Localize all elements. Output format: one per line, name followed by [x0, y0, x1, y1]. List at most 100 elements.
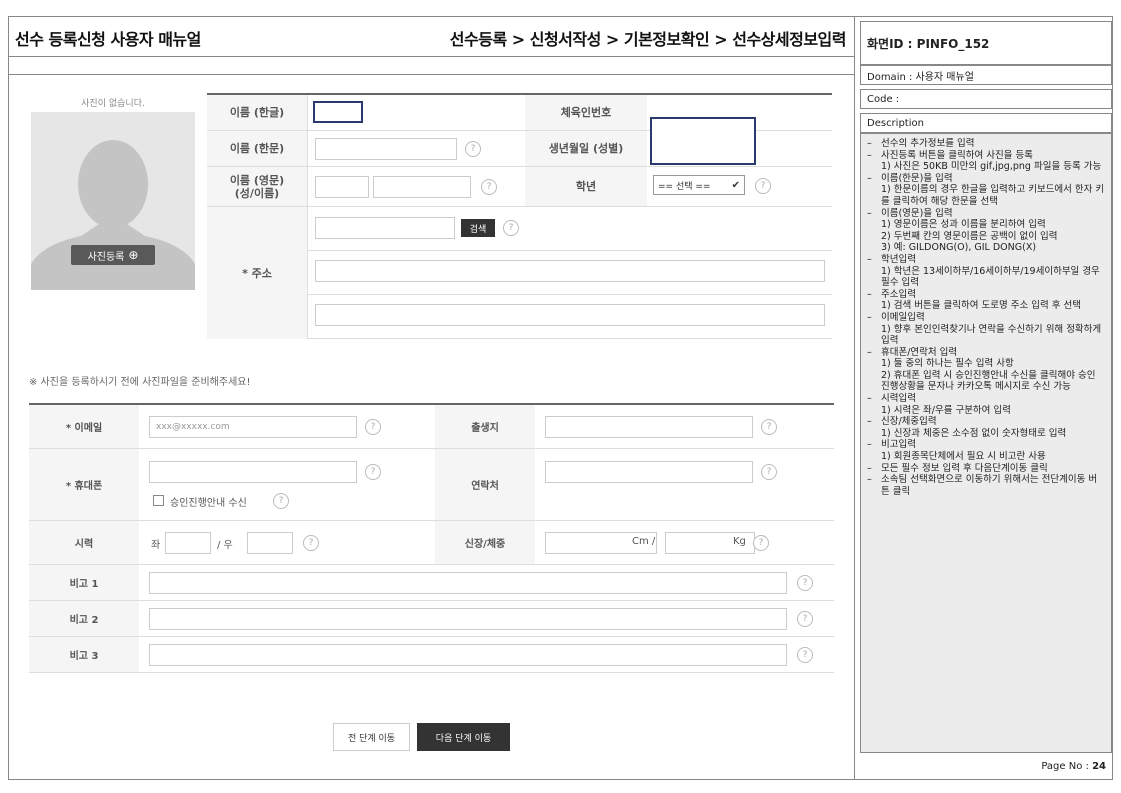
dash-bullet: – [867, 253, 872, 265]
label-phone: 연락처 [435, 449, 535, 520]
plus-circle-icon: ⊕ [128, 248, 139, 262]
help-icon[interactable]: ? [303, 535, 319, 551]
description-subitem: 1) 시력은 좌/우를 구분하여 입력 [881, 404, 1011, 416]
left-eye-input[interactable] [165, 532, 211, 554]
dash-bullet: – [867, 207, 872, 219]
help-icon[interactable]: ? [481, 179, 497, 195]
help-icon[interactable]: ? [797, 575, 813, 591]
dash-bullet: – [867, 474, 872, 486]
help-icon[interactable]: ? [465, 141, 481, 157]
description-label: Description [860, 113, 1112, 133]
memo1-input[interactable] [149, 572, 787, 594]
description-item: – 비고입력 [867, 439, 1105, 451]
photo-register-button[interactable]: 사진등록 ⊕ [71, 245, 155, 265]
description-item-text: 비고입력 [881, 439, 916, 451]
label-name-kr: 이름 (한글) [207, 95, 307, 130]
dash-bullet: – [867, 172, 872, 184]
row-email: * 이메일 xxx@xxxxx.com ? 출생지 ? [29, 405, 834, 449]
description-subitem: 2) 휴대폰 입력 시 승인진행안내 수신을 클릭해야 승인 진행상황을 문자나… [881, 369, 1096, 393]
row-eyesight: 시력 좌 / 우 ? 신장/체중 Cm / Kg ? [29, 521, 834, 565]
address-search-button[interactable]: 검색 [461, 219, 495, 237]
description-subitem: 1) 학년은 13세이하부/16세이하부/19세이하부일 경우 필수 입력 [881, 265, 1100, 289]
next-step-button[interactable]: 다음 단계 이동 [417, 723, 510, 751]
description-subitem: 1) 한문이름의 경우 한글을 입력하고 키보드에서 한자 키를 클릭하여 해당… [881, 184, 1105, 207]
help-icon[interactable]: ? [365, 464, 381, 480]
help-icon[interactable]: ? [753, 535, 769, 551]
description-item: – 이름(한문)을 입력 [867, 173, 1105, 185]
label-email: * 이메일 [29, 405, 139, 448]
help-icon[interactable]: ? [797, 647, 813, 663]
description-item-text: 소속팀 선택화면으로 이동하기 위해서는 전단계이동 버튼 클릭 [881, 474, 1098, 497]
description-item: – 이메일입력 [867, 312, 1105, 324]
description-item: – 신장/체중입력 [867, 416, 1105, 428]
zipcode-input[interactable] [315, 217, 455, 239]
dash-bullet: – [867, 346, 872, 358]
help-icon[interactable]: ? [797, 611, 813, 627]
row-name-en: 이름 (영문) (성/이름) ? 학년 == 선택 == ✔ ? [207, 167, 832, 207]
grade-select-value: == 선택 == [658, 181, 711, 192]
given-name-en-input[interactable] [373, 176, 471, 198]
description-subitem: 1) 신장과 체중은 소수점 없이 숫자형태로 입력 [881, 427, 1067, 439]
label-memo1: 비고 1 [29, 565, 139, 600]
divider [307, 250, 832, 251]
label-name-cn: 이름 (한문) [207, 131, 307, 166]
manual-header: 선수 등록신청 사용자 매뉴얼 선수등록 > 신청서작성 > 기본정보확인 > … [9, 17, 854, 57]
description-subitem: 1) 향후 본인인력찾기나 연락을 수신하기 위해 정확하게 입력 [881, 323, 1102, 347]
breadcrumb: 선수등록 > 신청서작성 > 기본정보확인 > 선수상세정보입력 [449, 30, 847, 49]
dash-bullet: – [867, 288, 872, 300]
sports-id-birth-highlight [650, 117, 756, 165]
help-icon[interactable]: ? [503, 220, 519, 236]
dash-bullet: – [867, 416, 872, 428]
dash-bullet: – [867, 393, 872, 405]
email-input[interactable]: xxx@xxxxx.com [149, 416, 357, 438]
label-grade: 학년 [525, 167, 647, 206]
description-subitem: 3) 예: GILDONG(O), GIL DONG(X) [881, 242, 1037, 254]
right-eye-input[interactable] [247, 532, 293, 554]
help-icon[interactable]: ? [761, 419, 777, 435]
description-item-text: 모든 필수 정보 입력 후 다음단계이동 클릭 [881, 462, 1048, 474]
memo3-input[interactable] [149, 644, 787, 666]
mobile-input[interactable] [149, 461, 357, 483]
label-sports-id: 체육인번호 [525, 95, 647, 130]
screen-area: 선수 등록신청 사용자 매뉴얼 선수등록 > 신청서작성 > 기본정보확인 > … [9, 17, 855, 779]
description-subitem: 1) 검색 버튼을 클릭하여 도로명 주소 입력 후 선택 [881, 300, 1081, 312]
help-icon[interactable]: ? [755, 178, 771, 194]
surname-en-input[interactable] [315, 176, 369, 198]
description-item-text: 이메일입력 [881, 311, 925, 323]
description-item: – 사진등록 버튼을 클릭하여 사진을 등록 [867, 150, 1105, 162]
cm-unit: Cm / [632, 536, 656, 547]
chevron-down-icon: ✔ [731, 179, 740, 191]
label-address: * 주소 [207, 207, 307, 339]
help-icon[interactable]: ? [761, 464, 777, 480]
sms-checkbox[interactable] [153, 495, 164, 506]
description-item: – 선수의 추가정보를 입력 [867, 138, 1105, 150]
dash-bullet: – [867, 149, 872, 161]
description-subitem: 2) 두번째 칸의 영문이름은 공백이 없이 입력 [881, 230, 1058, 242]
divider [307, 95, 308, 339]
description-item-text: 사진등록 버튼을 클릭하여 사진을 등록 [881, 149, 1033, 161]
page-number-value: 24 [1092, 761, 1106, 772]
description-item: – 소속팀 선택화면으로 이동하기 위해서는 전단계이동 버튼 클릭 [867, 474, 1105, 497]
row-mobile: * 휴대폰 ? 승인진행안내 수신 ? 연락처 ? [29, 449, 834, 521]
label-name-en-line1: 이름 (영문) [229, 173, 285, 187]
help-icon[interactable]: ? [365, 419, 381, 435]
description-item-text: 학년입력 [881, 253, 916, 265]
name-kr-input[interactable] [313, 101, 363, 123]
phone-input[interactable] [545, 461, 753, 483]
description-item-text: 선수의 추가정보를 입력 [881, 138, 975, 149]
memo2-input[interactable] [149, 608, 787, 630]
address-input[interactable] [315, 260, 825, 282]
help-icon[interactable]: ? [273, 493, 289, 509]
left-eye-label: 좌 [151, 540, 161, 551]
name-cn-input[interactable] [315, 138, 457, 160]
description-subitem: 1) 둘 중의 하나는 필수 입력 사항 [881, 358, 1014, 370]
description-item-text: 이름(한문)을 입력 [881, 172, 953, 184]
basic-info-table: 이름 (한글) 체육인번호 이름 (한문) ? 생년월일 (성별) 이름 (영문… [207, 93, 832, 339]
description-subitem: 1) 사진은 50KB 미만의 gif,jpg,png 파일을 등록 가능 [881, 161, 1102, 173]
address-detail-input[interactable] [315, 304, 825, 326]
prev-step-button[interactable]: 전 단계 이동 [333, 723, 410, 751]
photo-placeholder: 사진등록 ⊕ [31, 112, 195, 290]
birthplace-input[interactable] [545, 416, 753, 438]
description-item-text: 시력입력 [881, 393, 916, 405]
grade-select[interactable]: == 선택 == ✔ [653, 175, 745, 195]
